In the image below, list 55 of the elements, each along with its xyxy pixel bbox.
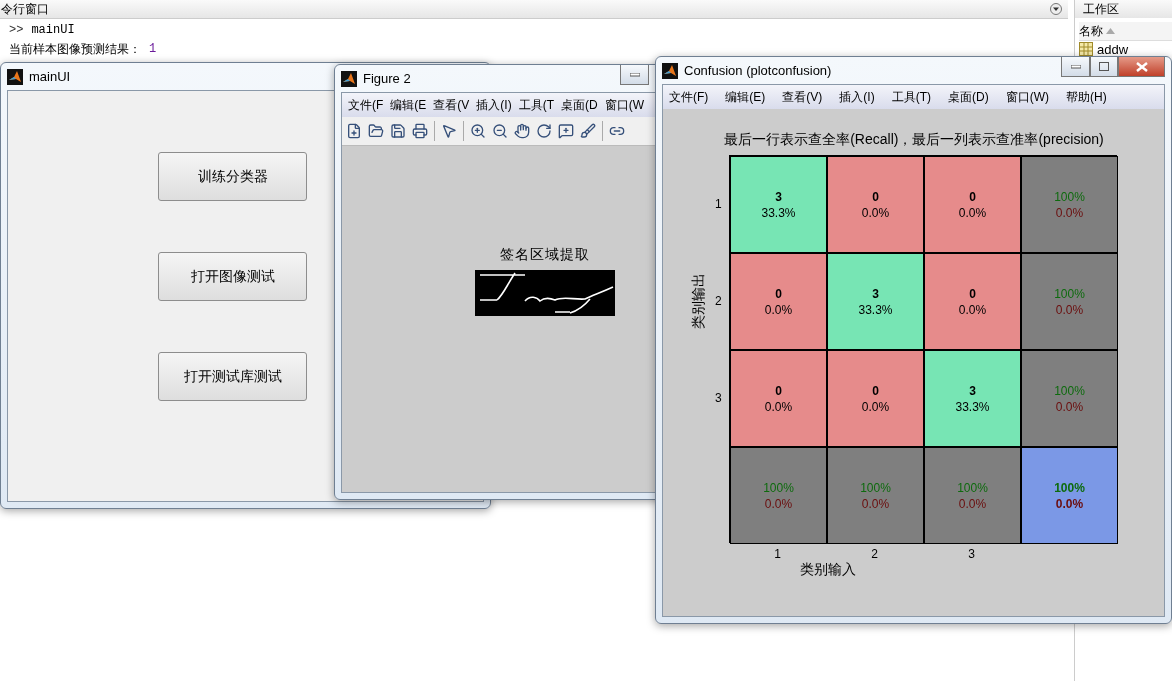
- matrix-cell: 100% 0.0%: [1021, 156, 1118, 253]
- y-axis-label: 类别输出: [690, 272, 707, 329]
- console-text: 当前样本图像预测结果：: [9, 41, 141, 58]
- axis-tick-label: 3: [968, 547, 975, 561]
- menu-item[interactable]: 窗口(W: [604, 96, 644, 114]
- menu-item[interactable]: 插入(I): [839, 88, 875, 106]
- menu-item[interactable]: 帮助(H): [1066, 88, 1107, 106]
- console-text: mainUI: [31, 23, 75, 37]
- menu-item[interactable]: 编辑(E: [390, 96, 427, 114]
- axis-tick-label: 2: [871, 547, 878, 561]
- push-button[interactable]: 打开测试库测试: [158, 352, 307, 401]
- menu-item[interactable]: 查看(V): [782, 88, 823, 106]
- matrix-cell: 0 0.0%: [924, 253, 1021, 350]
- window-title: mainUI: [29, 69, 71, 84]
- axis-tick-label: 1: [774, 547, 781, 561]
- console-value: 1: [149, 42, 157, 56]
- menu-item[interactable]: 桌面(D): [948, 88, 989, 106]
- matrix-cell: 3 33.3%: [827, 253, 924, 350]
- axis-tick-label: 2: [715, 293, 723, 308]
- matrix-cell: 100% 0.0%: [730, 447, 827, 544]
- matrix-cell: 0 0.0%: [827, 350, 924, 447]
- image-title: 签名区域提取: [500, 246, 590, 264]
- prompt: >>: [9, 23, 24, 37]
- window-title: Confusion (plotconfusion): [684, 63, 832, 78]
- menu-item[interactable]: 插入(I): [476, 96, 512, 114]
- axis-tick-label: 1: [715, 196, 723, 211]
- matrix-cell: 100% 0.0%: [1021, 350, 1118, 447]
- matrix-cell: 0 0.0%: [730, 253, 827, 350]
- menu-item[interactable]: 工具(T: [518, 96, 554, 114]
- menu-item[interactable]: 文件(F: [348, 96, 384, 114]
- plot-title: 最后一行表示查全率(Recall)，最后一列表示查准率(precision): [723, 131, 1104, 149]
- column-header[interactable]: 名称: [1079, 22, 1172, 41]
- panel-title: 令行窗口: [0, 0, 49, 18]
- matrix-cell: 0 0.0%: [730, 350, 827, 447]
- matrix-cell: 100% 0.0%: [827, 447, 924, 544]
- matrix-cell: 100% 0.0%: [1021, 447, 1118, 544]
- matrix-cell: 3 33.3%: [730, 156, 827, 253]
- matrix-cell: 0 0.0%: [827, 156, 924, 253]
- menu-item[interactable]: 编辑(E): [725, 88, 766, 106]
- panel-title: 工作区: [1075, 0, 1172, 18]
- menu-item[interactable]: 工具(T): [891, 88, 931, 106]
- push-button[interactable]: 打开图像测试: [158, 252, 307, 301]
- menu-item[interactable]: 窗口(W): [1005, 88, 1049, 106]
- window-title: Figure 2: [363, 71, 411, 86]
- matrix-cell: 100% 0.0%: [924, 447, 1021, 544]
- menu-item[interactable]: 文件(F): [669, 88, 709, 106]
- menu-item[interactable]: 桌面(D: [561, 96, 598, 114]
- push-button[interactable]: 训练分类器: [158, 152, 307, 201]
- variable-item[interactable]: addw: [1079, 41, 1172, 57]
- matrix-cell: 3 33.3%: [924, 350, 1021, 447]
- matrix-cell: 100% 0.0%: [1021, 253, 1118, 350]
- menu-item[interactable]: 查看(V: [433, 96, 470, 114]
- axis-tick-label: 3: [715, 390, 723, 405]
- matrix-cell: 0 0.0%: [924, 156, 1021, 253]
- x-axis-label: 类别输入: [800, 561, 856, 579]
